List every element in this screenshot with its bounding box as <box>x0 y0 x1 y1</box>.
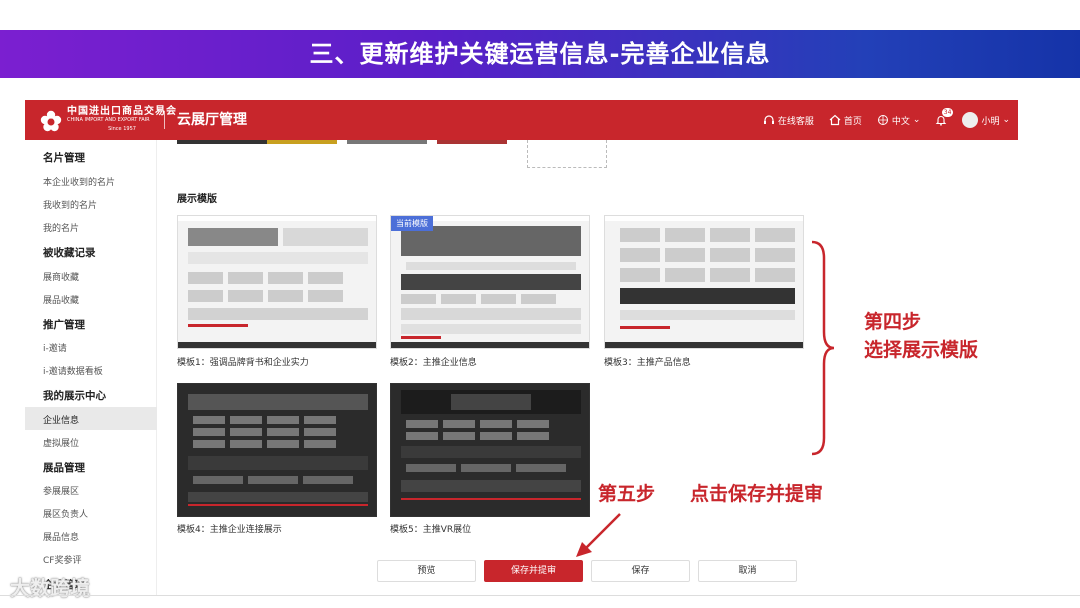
user-name: 小明 <box>981 116 1000 127</box>
step5-instruction: 点击保存并提审 <box>690 483 824 505</box>
template-thumbnail <box>188 394 368 506</box>
online-support-link[interactable]: 在线客服 <box>763 114 814 127</box>
template-thumbnail <box>391 216 589 348</box>
home-label: 首页 <box>843 116 862 127</box>
step4-label: 第四步 <box>864 311 922 333</box>
image-strip <box>347 140 427 144</box>
sidebar-item-virtual-booth[interactable]: 虚拟展位 <box>43 436 79 449</box>
sidebar-item-cf-award[interactable]: CF奖参评 <box>43 553 81 566</box>
step5-label: 第五步 <box>598 483 656 505</box>
sidebar-section-card-mgmt[interactable]: 名片管理 <box>43 150 85 165</box>
header-actions: 在线客服 首页 中文 ⌄ 34 小明 ⌄ <box>763 100 1010 140</box>
app-title: 云展厅管理 <box>177 112 247 128</box>
save-button[interactable]: 保存 <box>591 560 690 582</box>
avatar <box>962 112 979 128</box>
canton-fair-logo[interactable]: 中国进出口商品交易会 CHINA IMPORT AND EXPORT FAIR … <box>39 107 177 134</box>
arrow-icon <box>576 513 621 557</box>
image-strip <box>267 140 337 144</box>
curly-brace-icon <box>811 240 835 456</box>
step4-note: 第四步 选择展示模版 <box>864 308 978 364</box>
bottom-divider <box>0 595 1080 596</box>
save-and-submit-button[interactable]: 保存并提审 <box>484 560 583 582</box>
logo-since: Since 1957 <box>108 126 136 132</box>
upload-placeholder[interactable] <box>527 140 607 168</box>
sidebar-item-company-received-cards[interactable]: 本企业收到的名片 <box>43 175 115 188</box>
language-label: 中文 <box>891 116 910 127</box>
step4-instruction: 选择展示模版 <box>864 339 979 361</box>
template-section-title: 展示模版 <box>177 194 217 205</box>
sidebar-item-exhibit-area[interactable]: 参展展区 <box>43 484 79 497</box>
action-buttons: 预览 保存并提审 保存 取消 <box>377 560 797 582</box>
user-menu[interactable]: 小明 ⌄ <box>962 112 1010 128</box>
template-caption-3: 模板3：主推产品信息 <box>604 358 691 368</box>
template-card-5[interactable] <box>390 383 590 517</box>
globe-icon <box>877 115 888 125</box>
template-card-4[interactable] <box>177 383 377 517</box>
sidebar-section-showcase[interactable]: 我的展示中心 <box>43 388 106 403</box>
home-link[interactable]: 首页 <box>829 114 862 127</box>
template-caption-1: 模板1：强调品牌背书和企业实力 <box>177 358 309 368</box>
headset-icon <box>763 115 774 124</box>
sidebar-item-area-manager[interactable]: 展区负责人 <box>43 507 88 520</box>
template-thumbnail <box>605 216 803 348</box>
sidebar-item-i-invite-dashboard[interactable]: i-邀请数据看板 <box>43 364 103 377</box>
template-card-3[interactable] <box>604 215 804 349</box>
preview-button[interactable]: 预览 <box>377 560 476 582</box>
sidebar-item-exhibitor-favorites[interactable]: 展商收藏 <box>43 270 79 283</box>
sidebar-section-favorites[interactable]: 被收藏记录 <box>43 245 96 260</box>
chevron-down-icon: ⌄ <box>1002 115 1010 125</box>
sidebar-item-company-info[interactable]: 企业信息 <box>43 413 79 426</box>
home-icon <box>829 114 841 126</box>
template-caption-5: 模板5：主推VR展位 <box>390 525 472 535</box>
notification-count-badge: 34 <box>941 108 954 117</box>
top-navigation-bar: 中国进出口商品交易会 CHINA IMPORT AND EXPORT FAIR … <box>25 100 1018 140</box>
sidebar: 名片管理 本企业收到的名片 我收到的名片 我的名片 被收藏记录 展商收藏 展品收… <box>25 140 157 595</box>
current-template-tag: 当前模版 <box>391 216 433 231</box>
sidebar-item-i-invite[interactable]: i-邀请 <box>43 341 67 354</box>
sidebar-item-product-favorites[interactable]: 展品收藏 <box>43 293 79 306</box>
template-card-2[interactable]: 当前模版 <box>390 215 590 349</box>
sidebar-item-my-received-cards[interactable]: 我收到的名片 <box>43 198 97 211</box>
notifications-button[interactable]: 34 <box>935 108 954 126</box>
chevron-down-icon: ⌄ <box>912 115 921 125</box>
image-strip <box>177 140 267 144</box>
sidebar-section-products[interactable]: 展品管理 <box>43 460 85 475</box>
sidebar-item-my-card[interactable]: 我的名片 <box>43 221 79 234</box>
template-caption-2: 模板2：主推企业信息 <box>390 358 477 368</box>
online-support-label: 在线客服 <box>777 116 814 127</box>
template-card-1[interactable] <box>177 215 377 349</box>
cancel-button[interactable]: 取消 <box>698 560 797 582</box>
template-thumbnail <box>401 390 581 500</box>
slide-title: 三、更新维护关键运营信息-完善企业信息 <box>309 40 771 68</box>
template-caption-4: 模板4：主推企业连接展示 <box>177 525 282 535</box>
sidebar-item-product-info[interactable]: 展品信息 <box>43 530 79 543</box>
image-strip <box>437 140 507 144</box>
header-divider <box>164 111 165 129</box>
logo-chinese-name: 中国进出口商品交易会 <box>67 106 177 117</box>
sidebar-section-promotion[interactable]: 推广管理 <box>43 317 85 332</box>
flower-logo-icon <box>40 110 62 131</box>
language-selector[interactable]: 中文 ⌄ <box>877 114 921 127</box>
template-thumbnail <box>178 216 376 348</box>
watermark-text: 大数跨境 <box>10 576 90 600</box>
slide-title-banner: 三、更新维护关键运营信息-完善企业信息 <box>0 30 1080 78</box>
logo-english-name: CHINA IMPORT AND EXPORT FAIR <box>67 117 150 123</box>
